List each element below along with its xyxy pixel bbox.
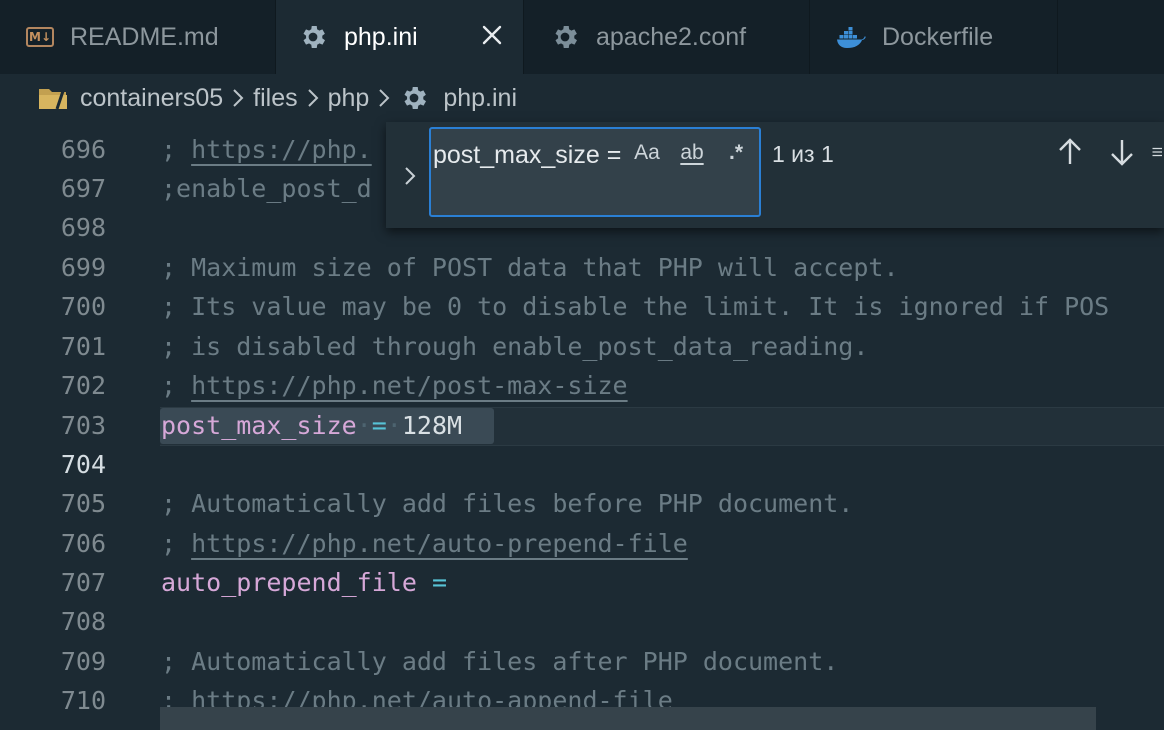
find-input[interactable]: post_max_size = Aa ab .* <box>429 127 761 217</box>
code-line[interactable]: 707 auto_prepend_file = <box>0 563 1164 602</box>
code-line-current[interactable]: 704 <box>0 445 1164 484</box>
code-line[interactable]: 699 ; Maximum size of POST data that PHP… <box>0 248 1164 287</box>
breadcrumb: containers05 files php php.ini <box>0 74 1164 122</box>
code-line-match[interactable]: 703 post_max_size·=·128M <box>0 406 1164 445</box>
find-in-selection-icon[interactable] <box>1150 136 1164 168</box>
match-case-toggle[interactable]: Aa <box>631 137 663 169</box>
breadcrumb-files[interactable]: files <box>253 84 297 113</box>
code-line[interactable]: 706 ; https://php.net/auto-prepend-file <box>0 524 1164 563</box>
close-icon[interactable] <box>479 22 505 48</box>
find-widget: post_max_size = Aa ab .* 1 из 1 <box>386 122 1164 228</box>
code-line[interactable]: 700 ; Its value may be 0 to disable the … <box>0 287 1164 326</box>
doc-link[interactable]: https://php.net/post-max-size <box>191 371 628 400</box>
tab-dockerfile[interactable]: Dockerfile <box>810 0 1058 74</box>
chevron-right-icon <box>231 87 245 109</box>
next-match-arrow-down-icon[interactable] <box>1106 136 1138 168</box>
find-result-count: 1 из 1 <box>772 141 834 167</box>
breadcrumb-file[interactable]: php.ini <box>399 83 517 113</box>
breadcrumb-folder[interactable]: containers05 <box>38 84 223 113</box>
toggle-replace-chevron-icon[interactable] <box>396 158 424 194</box>
gear-icon <box>298 22 328 52</box>
chevron-right-icon <box>377 87 391 109</box>
gear-icon <box>399 83 429 113</box>
chevron-right-icon <box>306 87 320 109</box>
previous-match-arrow-up-icon[interactable] <box>1054 136 1086 168</box>
tab-label: php.ini <box>344 22 418 51</box>
code-line[interactable]: 702 ; https://php.net/post-max-size <box>0 366 1164 405</box>
code-line[interactable]: 708 <box>0 602 1164 641</box>
tab-label: README.md <box>70 22 219 51</box>
find-query: post_max_size = <box>433 141 622 169</box>
code-line[interactable]: 705 ; Automatically add files before PHP… <box>0 484 1164 523</box>
breadcrumb-php[interactable]: php <box>328 84 370 113</box>
tab-apache2-conf[interactable]: apache2.conf <box>524 0 810 74</box>
tab-readme[interactable]: M↓ README.md <box>0 0 276 74</box>
markdown-icon: M↓ <box>26 27 54 47</box>
horizontal-scrollbar-thumb[interactable] <box>160 707 1096 730</box>
docker-icon <box>836 25 866 49</box>
folder-icon <box>38 85 68 111</box>
doc-link[interactable]: https://php.net/auto-prepend-file <box>191 529 688 558</box>
gear-icon <box>550 22 580 52</box>
tab-label: apache2.conf <box>596 22 747 51</box>
tab-label: Dockerfile <box>882 22 994 51</box>
tab-bar: M↓ README.md php.ini apache2.conf Docker… <box>0 0 1164 74</box>
regex-toggle[interactable]: .* <box>721 137 751 169</box>
code-line[interactable]: 701 ; is disabled through enable_post_da… <box>0 327 1164 366</box>
doc-link[interactable]: https://php. <box>191 135 372 164</box>
tab-php-ini[interactable]: php.ini <box>276 0 524 74</box>
code-line[interactable]: 709 ; Automatically add files after PHP … <box>0 642 1164 681</box>
whole-word-toggle[interactable]: ab <box>674 137 710 169</box>
